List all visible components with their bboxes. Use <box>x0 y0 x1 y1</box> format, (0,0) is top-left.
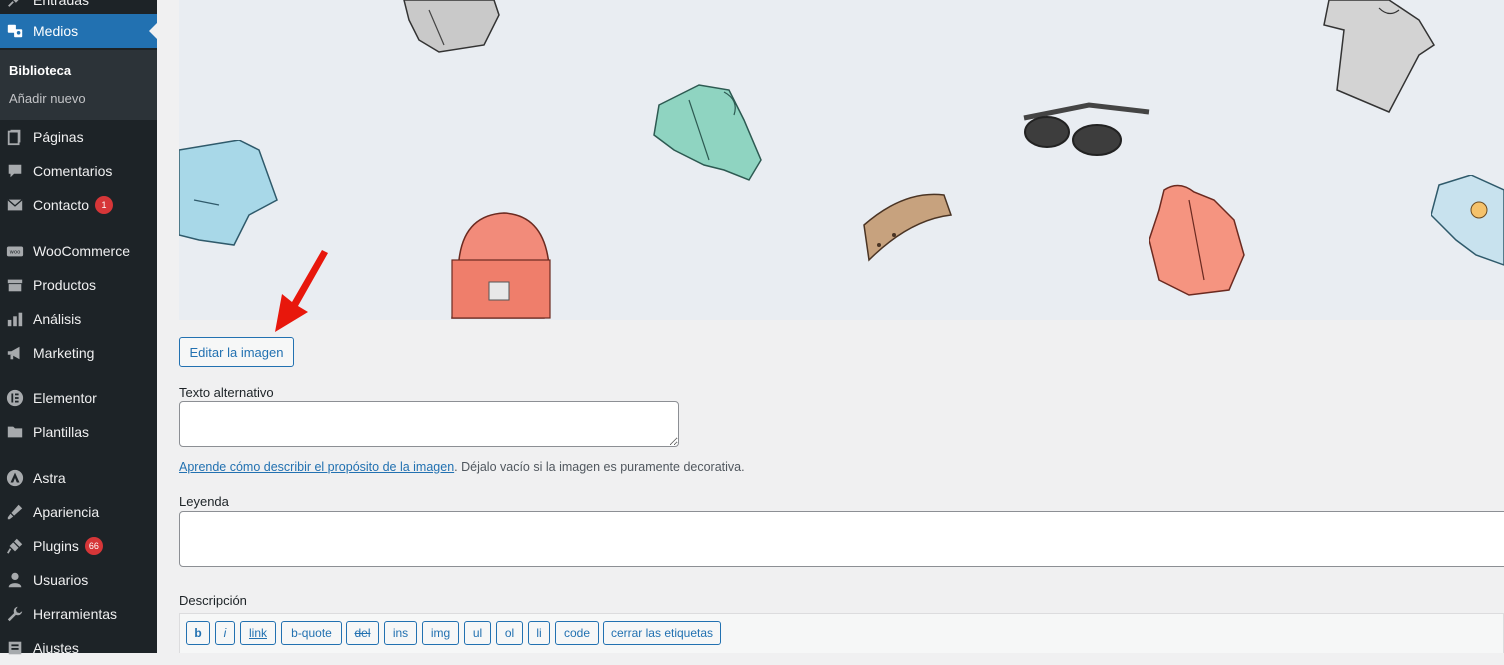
menu-label: Medios <box>33 23 79 39</box>
pages-icon <box>5 127 25 147</box>
plugin-icon <box>5 536 25 556</box>
media-submenu: Biblioteca Añadir nuevo <box>0 50 157 120</box>
tshirt-illustration <box>1323 0 1436 113</box>
menu-label: Apariencia <box>33 504 100 520</box>
alt-text-label: Texto alternativo <box>179 385 274 400</box>
sunglasses-illustration <box>1023 102 1150 156</box>
menu-item-paginas[interactable]: Páginas <box>0 120 157 154</box>
menu-label: Herramientas <box>33 606 118 622</box>
menu-label: Análisis <box>33 311 82 327</box>
alt-help-link[interactable]: Aprende cómo describir el propósito de l… <box>179 460 454 474</box>
svg-text:woo: woo <box>10 250 21 256</box>
sweatshirt-illustration <box>1431 175 1504 266</box>
menu-item-plugins[interactable]: Plugins 66 <box>0 529 157 563</box>
analytics-icon <box>5 309 25 329</box>
shirt-illustration <box>179 140 278 246</box>
submenu-biblioteca[interactable]: Biblioteca <box>9 63 71 78</box>
qt-ins-button[interactable]: ins <box>384 621 417 645</box>
qt-img-button[interactable]: img <box>422 621 459 645</box>
update-badge: 66 <box>84 537 103 555</box>
qt-ol-button[interactable]: ol <box>496 621 523 645</box>
submenu-anadir-nuevo[interactable]: Añadir nuevo <box>9 91 86 106</box>
menu-item-usuarios[interactable]: Usuarios <box>0 563 157 597</box>
qt-bold-button[interactable]: b <box>186 621 210 645</box>
menu-label: Productos <box>33 277 97 293</box>
alt-text-field[interactable] <box>179 401 679 447</box>
qt-link-button[interactable]: link <box>240 621 276 645</box>
caption-field[interactable] <box>179 511 1504 567</box>
menu-item-ajustes[interactable]: Ajustes <box>0 631 157 665</box>
products-icon <box>5 275 25 295</box>
menu-label: WooCommerce <box>33 243 130 259</box>
belt-illustration <box>863 193 953 262</box>
users-icon <box>5 570 25 590</box>
menu-item-plantillas[interactable]: Plantillas <box>0 415 157 449</box>
astra-icon <box>5 468 25 488</box>
woocommerce-icon: woo <box>5 241 25 261</box>
hoodie-illustration <box>1149 184 1245 296</box>
menu-item-marketing[interactable]: Marketing <box>0 336 157 370</box>
quicktags-toolbar: b i link b-quote del ins img ul ol li co… <box>179 613 1504 653</box>
mint-jacket-illustration <box>653 84 762 181</box>
comments-icon <box>5 161 25 181</box>
menu-item-elementor[interactable]: Elementor <box>0 381 157 415</box>
folder-icon <box>5 422 25 442</box>
menu-label: Plantillas <box>33 424 90 440</box>
elementor-icon <box>5 388 25 408</box>
notification-badge: 1 <box>95 196 114 214</box>
alt-help-text: . Déjalo vacío si la imagen es puramente… <box>454 460 745 474</box>
mail-icon <box>5 195 25 215</box>
menu-label: Ajustes <box>33 640 79 656</box>
brush-icon <box>5 502 25 522</box>
media-icon <box>5 21 25 41</box>
menu-item-astra[interactable]: Astra <box>0 461 157 495</box>
beanie-illustration <box>451 212 551 319</box>
image-preview <box>179 0 1504 320</box>
menu-item-apariencia[interactable]: Apariencia <box>0 495 157 529</box>
annotation-arrow-icon <box>275 250 328 332</box>
jacket-illustration <box>403 0 500 53</box>
settings-icon <box>5 638 25 658</box>
admin-sidebar: Entradas Medios Biblioteca Añadir nuevo … <box>0 0 157 656</box>
qt-code-button[interactable]: code <box>555 621 599 645</box>
pin-icon <box>5 0 25 10</box>
qt-close-tags-button[interactable]: cerrar las etiquetas <box>603 621 721 645</box>
edit-image-button[interactable]: Editar la imagen <box>179 337 294 367</box>
qt-li-button[interactable]: li <box>528 621 550 645</box>
menu-label: Marketing <box>33 345 95 361</box>
qt-italic-button[interactable]: i <box>215 621 235 645</box>
wrench-icon <box>5 604 25 624</box>
menu-item-analisis[interactable]: Análisis <box>0 302 157 336</box>
caption-label: Leyenda <box>179 494 229 509</box>
menu-label: Contacto <box>33 197 90 213</box>
menu-item-medios[interactable]: Medios <box>0 14 157 48</box>
menu-label: Astra <box>33 470 66 486</box>
menu-label: Comentarios <box>33 163 113 179</box>
description-label: Descripción <box>179 593 247 608</box>
menu-item-contacto[interactable]: Contacto 1 <box>0 188 157 222</box>
menu-label: Entradas <box>33 0 90 8</box>
menu-item-comentarios[interactable]: Comentarios <box>0 154 157 188</box>
qt-del-button[interactable]: del <box>346 621 379 645</box>
qt-bquote-button[interactable]: b-quote <box>281 621 342 645</box>
menu-label: Páginas <box>33 129 84 145</box>
menu-label: Usuarios <box>33 572 89 588</box>
qt-ul-button[interactable]: ul <box>464 621 491 645</box>
menu-item-woocommerce[interactable]: woo WooCommerce <box>0 234 157 268</box>
menu-label: Plugins <box>33 538 79 554</box>
menu-item-herramientas[interactable]: Herramientas <box>0 597 157 631</box>
menu-item-productos[interactable]: Productos <box>0 268 157 302</box>
megaphone-icon <box>5 343 25 363</box>
menu-label: Elementor <box>33 390 97 406</box>
alt-text-help: Aprende cómo describir el propósito de l… <box>179 460 745 474</box>
